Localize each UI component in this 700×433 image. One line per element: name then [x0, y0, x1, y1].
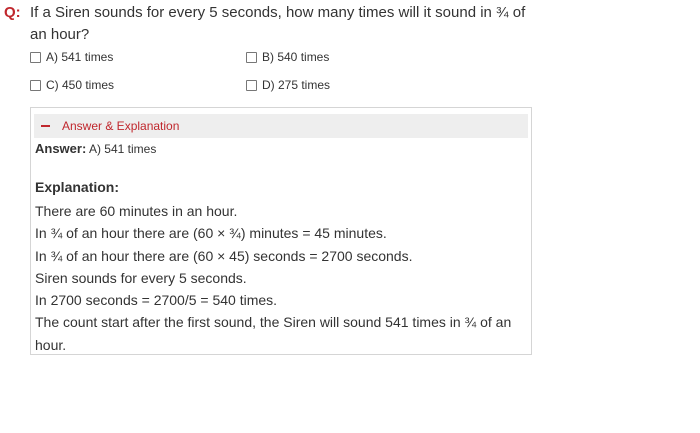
answer: Answer: A) 541 times — [35, 140, 156, 158]
question-text: If a Siren sounds for every 5 seconds, h… — [30, 4, 526, 43]
option-d[interactable]: D) 275 times — [246, 77, 330, 93]
checkbox-icon[interactable] — [30, 51, 41, 63]
question-label: Q: — [4, 4, 21, 21]
explanation-title: Explanation: — [35, 179, 120, 195]
answer-explanation-toggle[interactable]: Answer & Explanation — [34, 114, 528, 138]
answer-value: A) 541 times — [88, 142, 157, 156]
option-c[interactable]: C) 450 times — [30, 77, 114, 93]
checkbox-icon[interactable] — [246, 51, 257, 63]
explanation-line: In ¾ of an hour there are (60 × 45) seco… — [35, 247, 413, 264]
answer-label: Answer: — [35, 141, 87, 156]
option-a-label: A) 541 times — [46, 50, 114, 64]
answer-explanation-title: Answer & Explanation — [62, 119, 180, 133]
explanation-line: Siren sounds for every 5 seconds. — [35, 269, 247, 286]
answer-explanation-panel: Answer & Explanation Answer: A) 541 time… — [30, 107, 532, 355]
option-a[interactable]: A) 541 times — [30, 49, 113, 65]
checkbox-icon[interactable] — [30, 79, 41, 91]
option-b-label: B) 540 times — [262, 50, 330, 64]
minus-icon[interactable] — [41, 125, 50, 127]
explanation-line: In 2700 seconds = 2700/5 = 540 times. — [35, 292, 278, 309]
checkbox-icon[interactable] — [246, 79, 257, 91]
explanation-line: In ¾ of an hour there are (60 × ¾) minut… — [35, 225, 387, 242]
option-c-label: C) 450 times — [46, 78, 115, 92]
explanation-line: There are 60 minutes in an hour. — [35, 203, 238, 219]
explanation-line: The count start after the first sound, t… — [35, 314, 512, 353]
option-b[interactable]: B) 540 times — [246, 49, 329, 65]
option-d-label: D) 275 times — [262, 78, 331, 92]
explanation-text: There are 60 minutes in an hour. In ¾ of… — [35, 200, 529, 356]
